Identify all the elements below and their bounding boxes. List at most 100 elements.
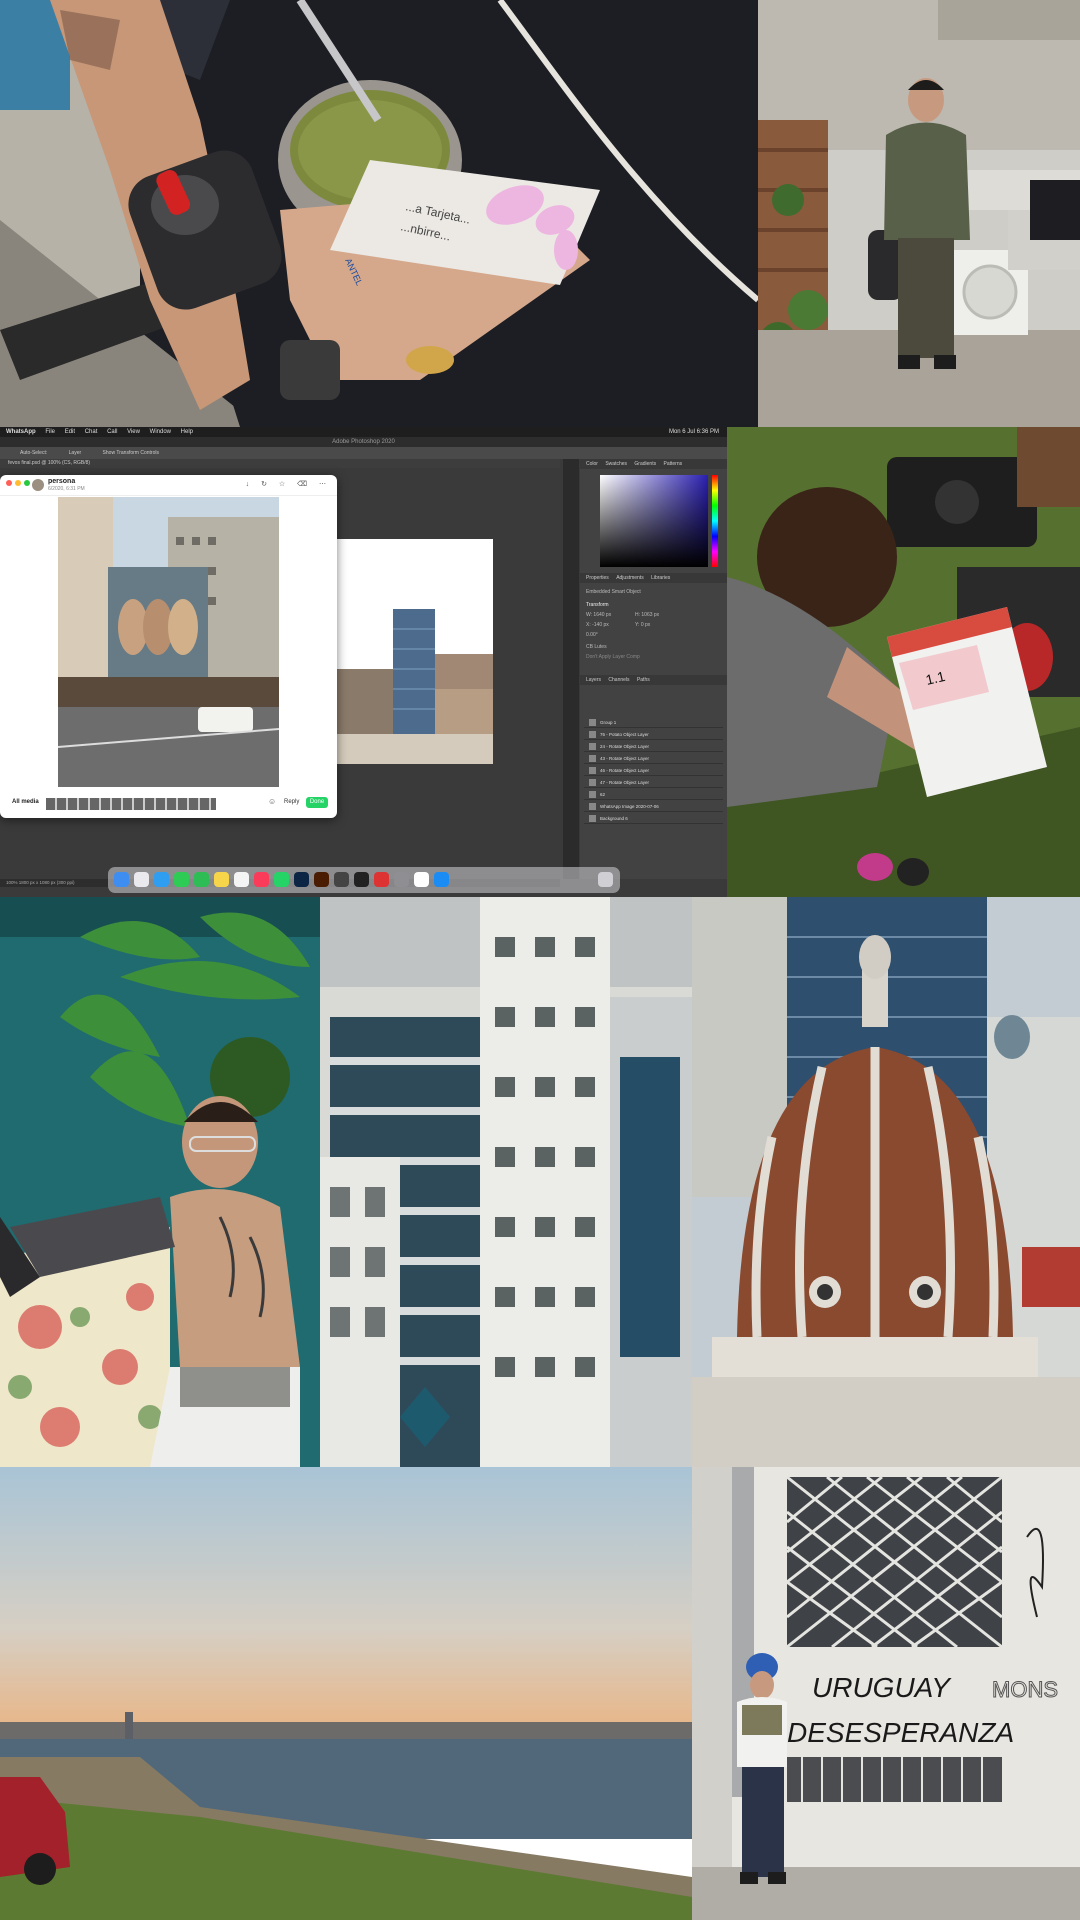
message-time: 6/2020, 6:31 PM <box>48 486 85 492</box>
illustrator-icon[interactable] <box>314 872 329 887</box>
settings-icon[interactable] <box>394 872 409 887</box>
notes-icon[interactable] <box>214 872 229 887</box>
menubar-item-window[interactable]: Window <box>150 429 171 435</box>
prop-hint[interactable]: Don't Apply Layer Comp <box>586 654 640 660</box>
layer-row[interactable]: 76 - Potato Object Layer <box>584 729 723 740</box>
all-media-button[interactable]: All media <box>12 799 39 805</box>
layer-row[interactable]: 24 - Rotate Object Layer <box>584 741 723 752</box>
recorder-icon[interactable] <box>374 872 389 887</box>
photoshop-canvas[interactable] <box>335 539 493 764</box>
menubar-item-call[interactable]: Call <box>107 429 117 435</box>
graffiti-desesperanza: DESESPERANZA <box>787 1717 1014 1748</box>
tab-swatches[interactable]: Swatches <box>605 461 627 467</box>
trash-icon[interactable] <box>598 872 613 887</box>
tab-paths[interactable]: Paths <box>637 677 650 683</box>
layer-name: WhatsApp Image 2020-07-06 <box>600 804 659 809</box>
layer-row[interactable]: Background 6 <box>584 813 723 824</box>
facetime-icon[interactable] <box>194 872 209 887</box>
tab-channels[interactable]: Channels <box>608 677 629 683</box>
graffiti-uruguay: URUGUAY <box>812 1672 952 1703</box>
prop-width[interactable]: W: 1640 px <box>586 612 611 618</box>
whatsapp-icon[interactable] <box>274 872 289 887</box>
zoom-window-button[interactable] <box>24 480 30 486</box>
mac-menubar: WhatsApp File Edit Chat Call View Window… <box>0 427 727 437</box>
whatsapp-media-viewer: persona 6/2020, 6:31 PM ↓ ↻ ☆ ⌫ ⋯ All me <box>0 475 337 818</box>
document-tab[interactable]: fevos final.psd @ 100% (CS, RGB/8) <box>0 459 560 468</box>
chatgpt-icon[interactable] <box>354 872 369 887</box>
menubar-item-file[interactable]: File <box>45 429 55 435</box>
messages-icon[interactable] <box>174 872 189 887</box>
photoshop-toolbar[interactable] <box>563 459 579 879</box>
tab-libraries[interactable]: Libraries <box>651 575 670 581</box>
layer-name: 76 - Potato Object Layer <box>600 732 649 737</box>
music-icon[interactable] <box>254 872 269 887</box>
layer-name: Group 1 <box>600 720 617 725</box>
prop-y[interactable]: Y: 0 px <box>635 622 650 628</box>
tab-patterns[interactable]: Patterns <box>664 461 683 467</box>
photoshop-icon[interactable] <box>294 872 309 887</box>
tab-properties[interactable]: Properties <box>586 575 609 581</box>
prop-kind: Embedded Smart Object <box>586 589 641 595</box>
tab-layers[interactable]: Layers <box>586 677 601 683</box>
layer-row[interactable]: 43 - Rotate Object Layer <box>584 753 723 764</box>
tab-color[interactable]: Color <box>586 461 598 467</box>
tab-adjustments[interactable]: Adjustments <box>616 575 644 581</box>
emoji-icon[interactable]: ☺ <box>268 797 276 806</box>
prop-layer-comps: CB Lutes <box>586 644 607 650</box>
menubar-app[interactable]: WhatsApp <box>6 429 36 435</box>
app-store-icon[interactable] <box>434 872 449 887</box>
layer-row[interactable]: 62 <box>584 789 723 800</box>
menubar-clock: Mon 6 Jul 6:36 PM <box>668 429 719 435</box>
safari-icon[interactable] <box>154 872 169 887</box>
calendar-icon[interactable] <box>414 872 429 887</box>
layer-name: Background 6 <box>600 816 628 821</box>
photoshop-panels: Color Swatches Gradients Patterns Proper… <box>580 459 727 879</box>
layer-row[interactable]: 46 - Rotate Object Layer <box>584 765 723 776</box>
reply-button[interactable]: Reply <box>284 799 299 805</box>
menubar-item-edit[interactable]: Edit <box>65 429 75 435</box>
film-slate-tile: 1.1 <box>727 427 1080 897</box>
menubar-item-help[interactable]: Help <box>181 429 193 435</box>
prop-x[interactable]: X: -140 px <box>586 622 609 628</box>
done-button[interactable]: Done <box>306 797 328 808</box>
prop-height[interactable]: H: 1063 px <box>635 612 659 618</box>
photoshop-options-bar: Auto-Select: Layer Show Transform Contro… <box>0 447 727 459</box>
close-window-button[interactable] <box>6 480 12 486</box>
layer-name: 47 - Rotate Object Layer <box>600 780 650 785</box>
photoshop-title: Adobe Photoshop 2020 <box>0 437 727 447</box>
layer-row[interactable]: 47 - Rotate Object Layer <box>584 777 723 788</box>
layer-name: 24 - Rotate Object Layer <box>600 744 650 749</box>
menubar-item-view[interactable]: View <box>127 429 140 435</box>
coast-tile <box>0 1467 692 1920</box>
layers-panel-tabs: Layers Channels Paths <box>580 675 727 685</box>
graffiti-side: MONS <box>992 1677 1058 1702</box>
screenshot-tile: WhatsApp File Edit Chat Call View Window… <box>0 427 727 897</box>
color-picker-field[interactable] <box>600 475 708 567</box>
layer-name: 43 - Rotate Object Layer <box>600 756 650 761</box>
viewer-footer: All media ☺ Reply Done <box>0 791 337 818</box>
tab-gradients[interactable]: Gradients <box>634 461 656 467</box>
buildings-tile <box>320 897 692 1467</box>
option-auto-select[interactable]: Auto-Select: <box>20 450 47 456</box>
contact-name: persona <box>48 478 76 485</box>
prop-angle[interactable]: 0.00° <box>586 632 598 638</box>
layer-name: 46 - Rotate Object Layer <box>600 768 650 773</box>
davinci-icon[interactable] <box>334 872 349 887</box>
dome-tile <box>692 897 1080 1467</box>
prop-transform-heading: Transform <box>586 602 609 608</box>
hue-slider[interactable] <box>712 475 718 567</box>
menubar-item-chat[interactable]: Chat <box>85 429 98 435</box>
viewer-header: persona 6/2020, 6:31 PM ↓ ↻ ☆ ⌫ ⋯ <box>0 475 337 496</box>
finder-icon[interactable] <box>114 872 129 887</box>
viewer-tool-icons[interactable]: ↓ ↻ ☆ ⌫ ⋯ <box>246 480 331 488</box>
media-thumbnail-strip[interactable] <box>46 798 216 810</box>
reminders-icon[interactable] <box>234 872 249 887</box>
layer-row[interactable]: Group 1 <box>584 717 723 728</box>
launchpad-icon[interactable] <box>134 872 149 887</box>
minimize-window-button[interactable] <box>15 480 21 486</box>
option-transform-controls[interactable]: Show Transform Controls <box>103 450 159 456</box>
man-terrace-tile <box>758 0 1080 427</box>
color-panel-tabs: Color Swatches Gradients Patterns <box>580 459 727 469</box>
layer-row[interactable]: WhatsApp Image 2020-07-06 <box>584 801 723 812</box>
option-layer[interactable]: Layer <box>69 450 82 456</box>
